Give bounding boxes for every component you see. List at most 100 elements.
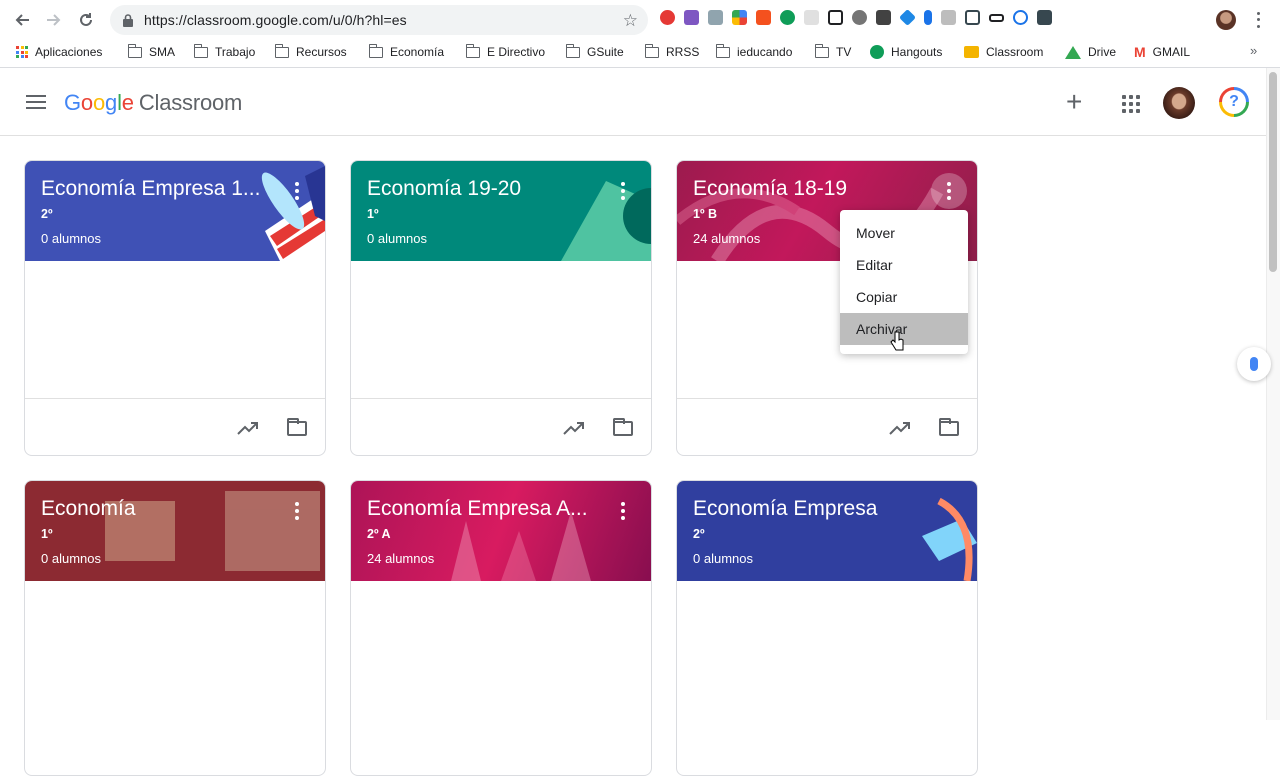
student-count: 0 alumnos: [41, 551, 101, 566]
folder-icon[interactable]: [939, 418, 959, 436]
classroom-icon: [964, 46, 979, 58]
class-title[interactable]: Economía Empresa 1...: [41, 177, 271, 201]
extension-icon[interactable]: [804, 10, 819, 25]
bookmark-folder[interactable]: E Directivo: [465, 40, 545, 64]
bookmark-label: RRSS: [666, 45, 700, 59]
class-banner[interactable]: Economía 1º 0 alumnos: [25, 481, 325, 581]
extension-icon[interactable]: [756, 10, 771, 25]
extension-icon[interactable]: [1013, 10, 1028, 25]
url-text[interactable]: https://classroom.google.com/u/0/h?hl=es: [144, 12, 407, 28]
bookmark-label: Recursos: [296, 45, 347, 59]
extension-icon[interactable]: [941, 10, 956, 25]
reload-icon[interactable]: [70, 4, 102, 36]
extension-icon[interactable]: [780, 10, 795, 25]
class-card[interactable]: Economía Empresa A... 2º A 24 alumnos: [350, 480, 652, 776]
class-banner[interactable]: Economía 19-20 1º 0 alumnos: [351, 161, 651, 261]
bookmark-drive[interactable]: Drive: [1065, 40, 1116, 64]
main-menu-icon[interactable]: [26, 95, 46, 109]
add-class-icon[interactable]: +: [1066, 88, 1082, 116]
bookmark-classroom[interactable]: Classroom: [964, 40, 1043, 64]
class-card[interactable]: Economía Empresa 1... 2º 0 alumnos: [24, 160, 326, 456]
bookmark-folder[interactable]: Trabajo: [193, 40, 255, 64]
extensions-bar: [660, 9, 1052, 26]
extension-icon[interactable]: [989, 14, 1004, 22]
student-count: 0 alumnos: [41, 231, 101, 246]
folder-icon: [465, 43, 480, 58]
class-title[interactable]: Economía 19-20: [367, 177, 597, 201]
card-options-icon[interactable]: [613, 501, 633, 521]
bookmark-folder[interactable]: TV: [814, 40, 851, 64]
class-title[interactable]: Economía: [41, 497, 271, 521]
class-banner[interactable]: Economía Empresa 2º 0 alumnos: [677, 481, 977, 581]
bookmark-folder[interactable]: SMA: [127, 40, 176, 64]
class-section: 2º: [41, 207, 53, 221]
menu-item-copy[interactable]: Copiar: [840, 281, 968, 313]
bookmark-folder[interactable]: RRSS: [644, 40, 700, 64]
classroom-logo[interactable]: Google Classroom: [64, 90, 242, 116]
class-section: 1º B: [693, 207, 718, 221]
extension-icon[interactable]: [828, 10, 843, 25]
bookmark-label: Drive: [1088, 45, 1117, 59]
menu-item-archive[interactable]: Archivar: [840, 313, 968, 345]
extension-icon[interactable]: [965, 10, 980, 25]
folder-icon[interactable]: [613, 418, 633, 436]
bookmark-folder[interactable]: Recursos: [274, 40, 347, 64]
google-apps-icon[interactable]: [1122, 95, 1140, 113]
extension-icon[interactable]: [852, 10, 867, 25]
card-options-icon[interactable]: [613, 181, 633, 201]
folder-icon[interactable]: [287, 418, 307, 436]
folder-icon: [193, 43, 208, 58]
back-icon[interactable]: [6, 4, 38, 36]
bookmark-gmail[interactable]: M GMAIL: [1134, 40, 1190, 64]
scrollbar-thumb[interactable]: [1269, 72, 1277, 272]
banner-illustration: [261, 166, 325, 261]
bookmark-folder[interactable]: Economía: [368, 40, 444, 64]
card-options-icon[interactable]: [287, 181, 307, 201]
card-options-icon[interactable]: [287, 501, 307, 521]
class-card[interactable]: Economía Empresa 2º 0 alumnos: [676, 480, 978, 776]
banner-illustration: [105, 491, 320, 571]
extension-icon[interactable]: [708, 10, 723, 25]
card-footer: [25, 398, 325, 455]
class-title[interactable]: Economía Empresa: [693, 497, 923, 521]
bookmark-star-icon[interactable]: ☆: [623, 11, 638, 31]
bookmark-folder[interactable]: ieducando: [715, 40, 792, 64]
browser-menu-icon[interactable]: [1252, 10, 1264, 30]
profile-avatar[interactable]: [1216, 10, 1236, 30]
extension-icon[interactable]: [732, 10, 747, 25]
menu-item-move[interactable]: Mover: [840, 217, 968, 249]
card-options-icon[interactable]: [931, 173, 967, 209]
bookmarks-overflow-icon[interactable]: »: [1250, 43, 1257, 58]
trending-icon[interactable]: [237, 419, 259, 437]
class-title[interactable]: Economía 18-19: [693, 177, 923, 201]
class-banner[interactable]: Economía Empresa A... 2º A 24 alumnos: [351, 481, 651, 581]
folder-icon: [814, 43, 829, 58]
bookmark-folder[interactable]: GSuite: [565, 40, 624, 64]
bookmark-hangouts[interactable]: Hangouts: [870, 40, 942, 64]
extension-icon[interactable]: [1037, 10, 1052, 25]
mic-extension-icon[interactable]: [924, 10, 932, 25]
account-avatar[interactable]: [1163, 87, 1195, 119]
address-bar[interactable]: https://classroom.google.com/u/0/h?hl=es…: [110, 5, 648, 35]
trending-icon[interactable]: [563, 419, 585, 437]
folder-icon: [368, 43, 383, 58]
card-context-menu: Mover Editar Copiar Archivar: [840, 210, 968, 354]
lock-icon: [122, 13, 134, 27]
class-banner[interactable]: Economía Empresa 1... 2º 0 alumnos: [25, 161, 325, 261]
extension-icon[interactable]: [899, 9, 916, 26]
voice-input-button[interactable]: [1237, 347, 1271, 381]
folder-icon: [565, 43, 580, 58]
forward-icon[interactable]: [38, 4, 70, 36]
class-card[interactable]: Economía 1º 0 alumnos: [24, 480, 326, 776]
class-section: 2º A: [367, 527, 391, 541]
class-card[interactable]: Economía 19-20 1º 0 alumnos: [350, 160, 652, 456]
extension-icon[interactable]: [876, 10, 891, 25]
extension-icon[interactable]: [684, 10, 699, 25]
trending-icon[interactable]: [889, 419, 911, 437]
bookmark-label: SMA: [149, 45, 176, 59]
class-title[interactable]: Economía Empresa A...: [367, 497, 597, 521]
bookmark-apps[interactable]: Aplicaciones: [16, 40, 102, 64]
help-icon[interactable]: ?: [1219, 87, 1249, 117]
menu-item-edit[interactable]: Editar: [840, 249, 968, 281]
extension-icon[interactable]: [660, 10, 675, 25]
